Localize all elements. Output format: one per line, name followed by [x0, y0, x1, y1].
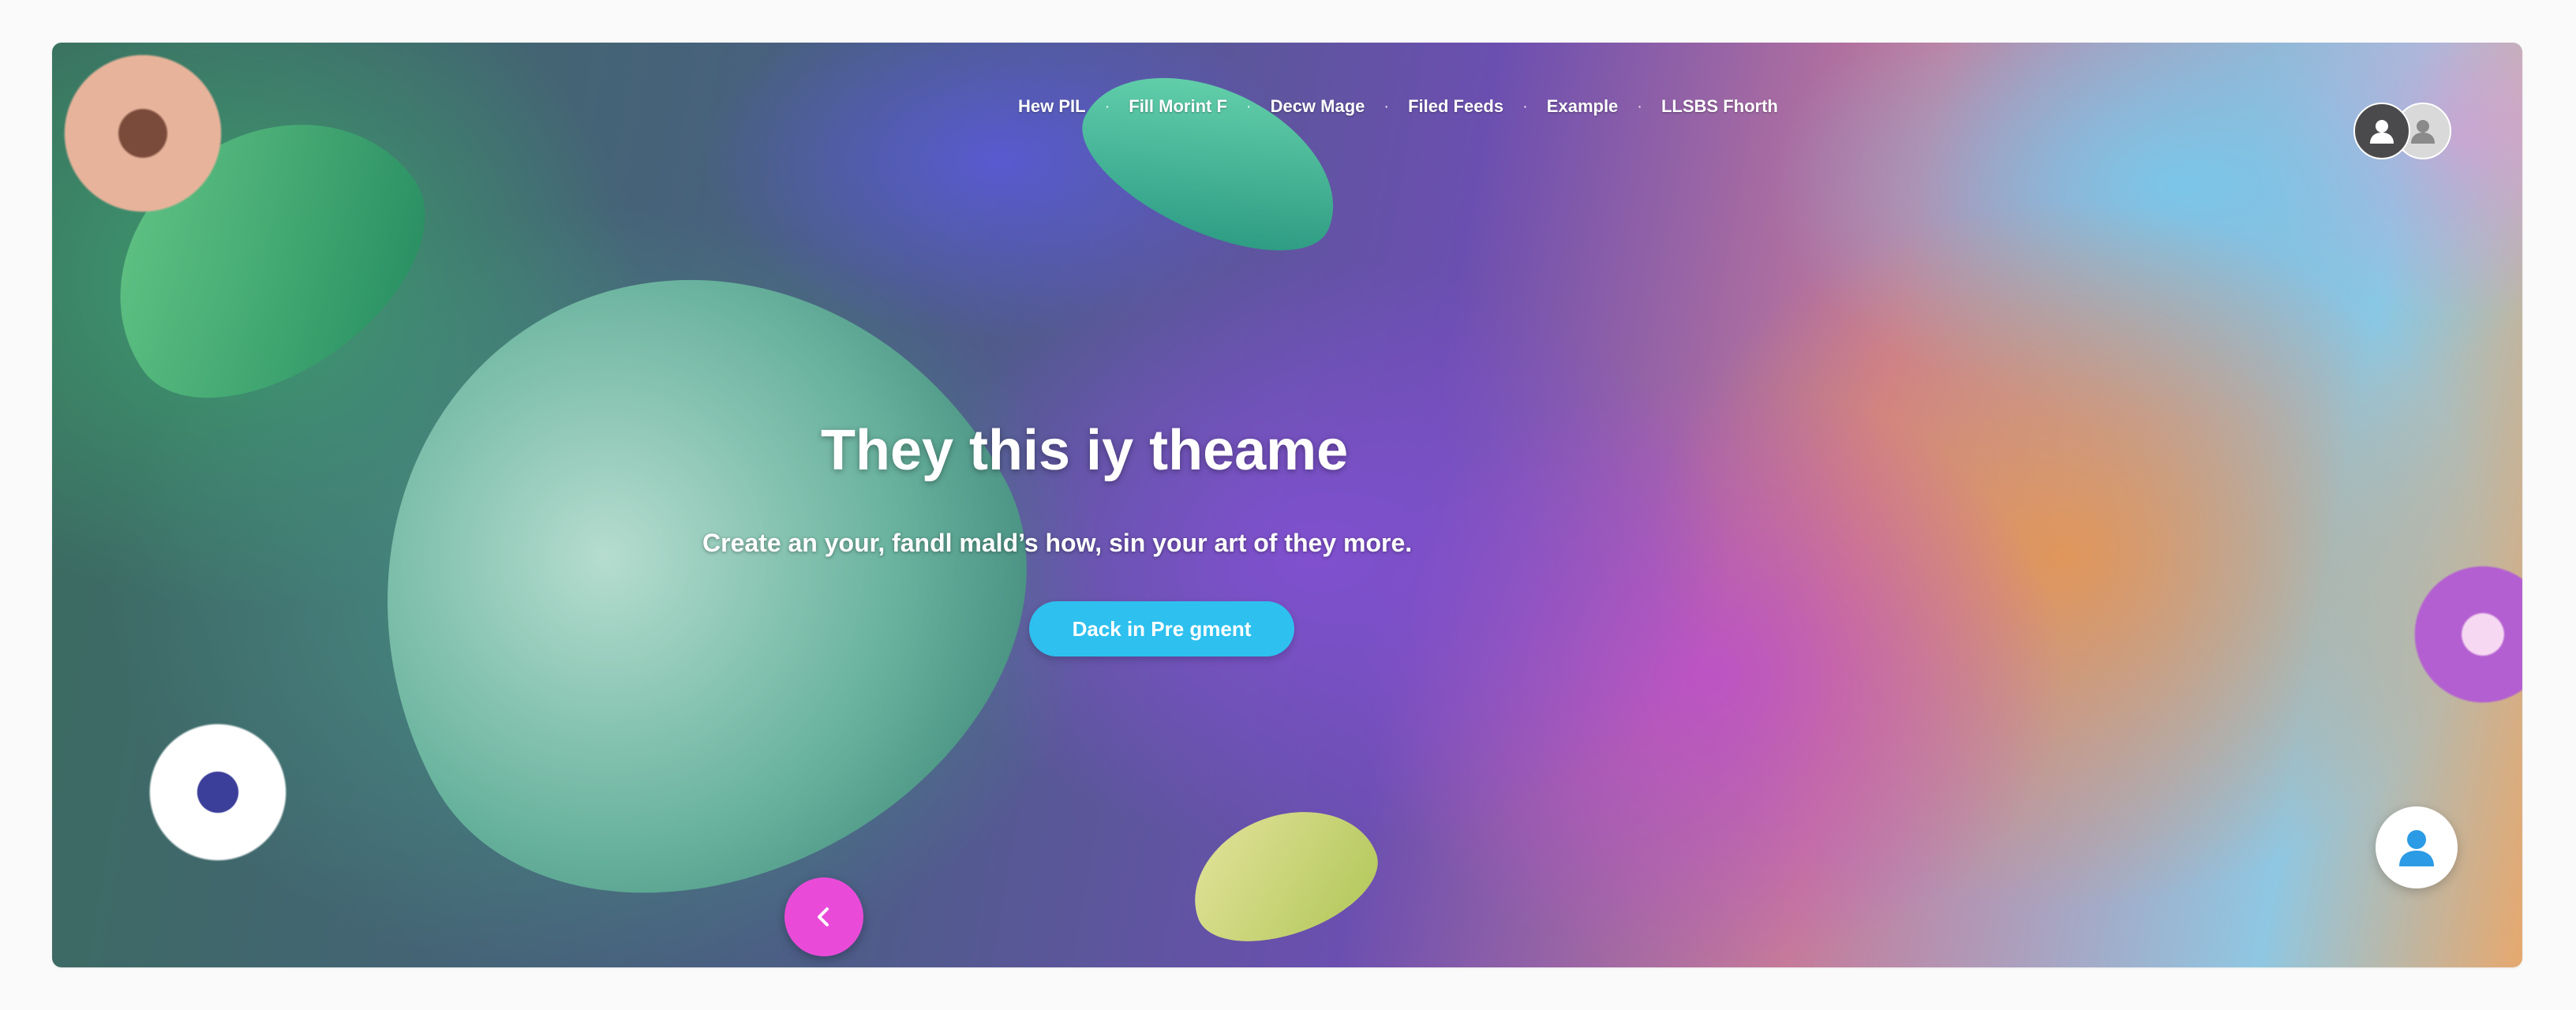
- nav-item-llsbs-fhorth[interactable]: LLSBS Fhorth: [1661, 96, 1778, 117]
- nav-separator: ·: [1522, 97, 1528, 115]
- decorative-leaf: [1060, 43, 1365, 282]
- avatar-primary[interactable]: [2353, 103, 2410, 159]
- nav-item-example[interactable]: Example: [1547, 96, 1619, 117]
- decorative-flower: [139, 713, 297, 871]
- avatar-group: [2353, 103, 2464, 159]
- hero-frame: [52, 43, 2522, 967]
- user-silhouette-icon: [2370, 120, 2394, 144]
- decorative-flower: [52, 43, 234, 224]
- nav-separator: ·: [1637, 97, 1642, 115]
- nav-separator: ·: [1245, 97, 1252, 115]
- cta-button[interactable]: Dack in Pre gment: [1029, 601, 1294, 656]
- user-icon: [2399, 830, 2434, 866]
- hero-subtitle: Create an your, fandl mald’s how, sin yo…: [702, 529, 1413, 557]
- hero-background-image: [52, 43, 2522, 967]
- user-silhouette-icon: [2411, 120, 2435, 144]
- user-fab-button[interactable]: [2376, 806, 2458, 888]
- nav-separator: ·: [1383, 97, 1390, 115]
- prev-button[interactable]: [784, 877, 863, 956]
- decorative-leaf: [1174, 787, 1393, 963]
- nav-item-filed-feeds[interactable]: Filed Feeds: [1408, 96, 1503, 117]
- nav-separator: ·: [1104, 97, 1110, 115]
- top-nav: Hew PIL · Fill Morint F · Decw Mage · Fi…: [1018, 96, 1778, 117]
- nav-item-decw-mage[interactable]: Decw Mage: [1271, 96, 1365, 117]
- chevron-left-icon: [818, 907, 829, 926]
- hero-title: They this iy theame: [821, 419, 1349, 482]
- decorative-flower: [2404, 556, 2522, 713]
- nav-item-hew-pil[interactable]: Hew PIL: [1018, 96, 1086, 117]
- nav-item-fill-morint[interactable]: Fill Morint F: [1129, 96, 1227, 117]
